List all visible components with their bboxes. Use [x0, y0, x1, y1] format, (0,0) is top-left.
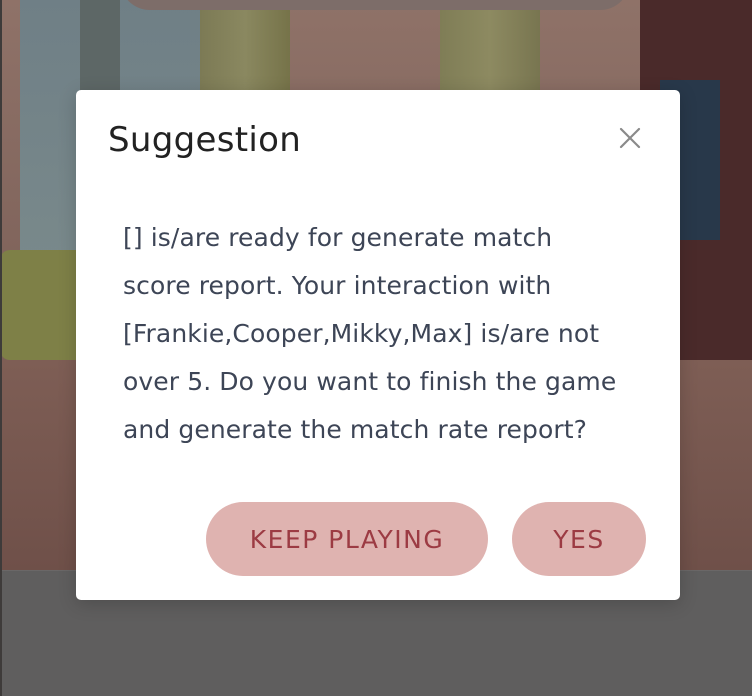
yes-label: YES — [553, 524, 605, 554]
dialog-message: [] is/are ready for generate match score… — [123, 223, 617, 444]
close-icon — [619, 127, 641, 149]
keep-playing-label: KEEP PLAYING — [249, 524, 445, 554]
ceiling-panel — [120, 0, 630, 10]
dialog-title: Suggestion — [108, 120, 302, 160]
left-edge — [0, 0, 2, 696]
yes-button[interactable]: YES — [512, 502, 646, 576]
close-button[interactable] — [616, 124, 644, 152]
suggestion-dialog: Suggestion [] is/are ready for generate … — [76, 90, 680, 600]
keep-playing-button[interactable]: KEEP PLAYING — [206, 502, 488, 576]
